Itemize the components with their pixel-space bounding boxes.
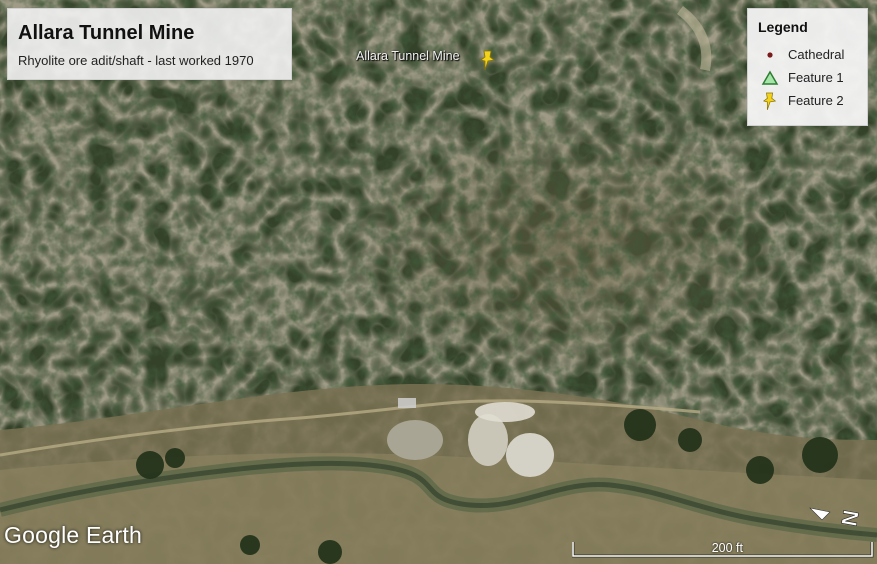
scale-bar: 200 ft [572, 540, 874, 558]
legend-item-cathedral: Cathedral [758, 43, 857, 66]
map-subtitle: Rhyolite ore adit/shaft - last worked 19… [18, 53, 254, 68]
legend-item-label: Feature 2 [788, 93, 844, 108]
title-panel: Allara Tunnel Mine Rhyolite ore adit/sha… [7, 8, 292, 80]
triangle-icon [758, 68, 782, 88]
satellite-imagery[interactable] [0, 0, 877, 564]
compass-letter: N [836, 508, 863, 528]
placemark-label[interactable]: Allara Tunnel Mine [356, 49, 460, 63]
google-earth-logo: Google Earth [4, 522, 142, 548]
map-title: Allara Tunnel Mine [18, 22, 195, 44]
scale-bar-label: 200 ft [711, 541, 743, 555]
dot-icon [758, 45, 782, 65]
legend-item-label: Feature 1 [788, 70, 844, 85]
pushpin-icon [758, 91, 782, 111]
north-arrow-icon[interactable]: N [806, 498, 868, 530]
legend-item-label: Cathedral [788, 47, 845, 62]
legend-panel: Legend Cathedral Feature 1 Feature 2 [747, 8, 868, 126]
pushpin-icon[interactable] [479, 49, 497, 71]
legend-item-feature-1: Feature 1 [758, 66, 857, 89]
legend-heading: Legend [758, 19, 808, 35]
legend-item-feature-2: Feature 2 [758, 89, 857, 112]
